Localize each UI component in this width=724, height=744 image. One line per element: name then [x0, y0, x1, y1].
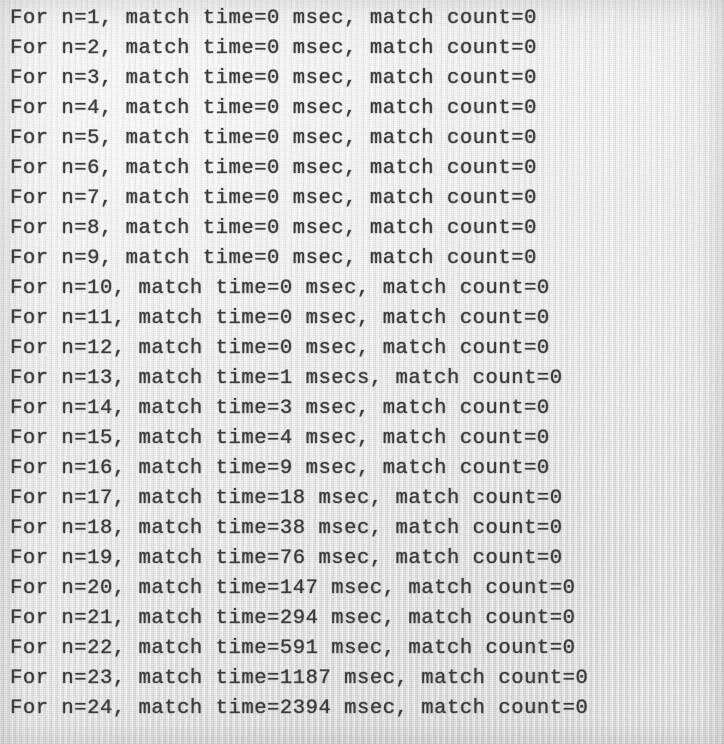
log-line: For n=21, match time=294 msec, match cou… — [10, 607, 576, 630]
log-line: For n=7, match time=0 msec, match count=… — [10, 187, 537, 210]
log-line: For n=8, match time=0 msec, match count=… — [10, 217, 537, 240]
log-line: For n=4, match time=0 msec, match count=… — [10, 97, 537, 120]
log-line: For n=3, match time=0 msec, match count=… — [10, 67, 537, 90]
console-output-listing: For n=1, match time=0 msec, match count=… — [10, 4, 716, 724]
log-line: For n=6, match time=0 msec, match count=… — [10, 157, 537, 180]
log-line: For n=9, match time=0 msec, match count=… — [10, 247, 537, 270]
log-line: For n=1, match time=0 msec, match count=… — [10, 7, 537, 30]
log-line: For n=5, match time=0 msec, match count=… — [10, 127, 537, 150]
log-line: For n=2, match time=0 msec, match count=… — [10, 37, 537, 60]
log-line: For n=12, match time=0 msec, match count… — [10, 337, 550, 360]
log-line: For n=22, match time=591 msec, match cou… — [10, 637, 576, 660]
log-line: For n=23, match time=1187 msec, match co… — [10, 667, 589, 690]
log-line: For n=17, match time=18 msec, match coun… — [10, 487, 563, 510]
log-line: For n=19, match time=76 msec, match coun… — [10, 547, 563, 570]
log-line: For n=11, match time=0 msec, match count… — [10, 307, 550, 330]
scanned-page: For n=1, match time=0 msec, match count=… — [0, 0, 724, 744]
log-line: For n=18, match time=38 msec, match coun… — [10, 517, 563, 540]
log-line: For n=15, match time=4 msec, match count… — [10, 427, 550, 450]
log-line: For n=24, match time=2394 msec, match co… — [10, 697, 589, 720]
log-line: For n=20, match time=147 msec, match cou… — [10, 577, 576, 600]
log-line: For n=14, match time=3 msec, match count… — [10, 397, 550, 420]
log-line: For n=10, match time=0 msec, match count… — [10, 277, 550, 300]
log-line: For n=16, match time=9 msec, match count… — [10, 457, 550, 480]
log-line: For n=13, match time=1 msecs, match coun… — [10, 367, 563, 390]
